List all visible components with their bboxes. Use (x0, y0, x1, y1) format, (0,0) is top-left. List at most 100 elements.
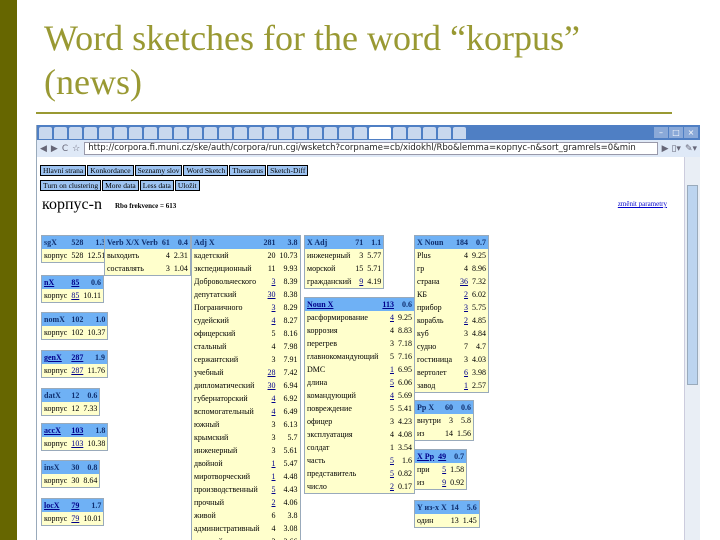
collocate-word: морской (307, 264, 336, 273)
collocate-count[interactable]: 5 (390, 469, 394, 478)
gramrel-count[interactable]: 85 (71, 278, 79, 287)
collocate-count[interactable]: 3 (272, 303, 276, 312)
vertical-scrollbar[interactable] (684, 157, 700, 540)
action-button[interactable]: Uložit (174, 180, 200, 191)
collocate-count[interactable]: 30 (268, 290, 276, 299)
browser-tab[interactable] (84, 126, 97, 139)
gramrel-name[interactable]: nX (44, 278, 54, 287)
browser-tab[interactable] (219, 126, 232, 139)
browser-tab[interactable] (174, 126, 187, 139)
collocate-count[interactable]: 4 (390, 391, 394, 400)
browser-tab[interactable] (249, 126, 262, 139)
collocate-count[interactable]: 1 (464, 381, 468, 390)
action-button[interactable]: Turn on clustering (40, 180, 102, 191)
action-button[interactable]: More data (102, 180, 139, 191)
address-bar[interactable]: http://corpora.fi.muni.cz/ske/auth/corpo… (84, 142, 658, 155)
collocate-count: 7 (464, 342, 469, 351)
collocate-count[interactable]: 5 (442, 465, 446, 474)
browser-tab[interactable] (99, 126, 112, 139)
gramrel-name[interactable]: accX (44, 426, 61, 435)
star-icon[interactable]: ☆ (72, 144, 80, 154)
nav-button[interactable]: Word Sketch (183, 165, 229, 176)
gramrel-count[interactable]: 79 (71, 501, 79, 510)
active-tab[interactable] (369, 126, 391, 139)
collocate-count[interactable]: 6 (464, 368, 468, 377)
collocate-count[interactable]: 3 (272, 277, 276, 286)
browser-tab[interactable] (159, 126, 172, 139)
browser-tab[interactable] (129, 126, 142, 139)
collocate-count[interactable]: 4 (272, 394, 276, 403)
nav-button[interactable]: Seznamy slov (134, 165, 183, 176)
collocate-count[interactable]: 5 (390, 378, 394, 387)
gramrel-name[interactable]: genX (44, 353, 62, 362)
collocate-count[interactable]: 1 (272, 459, 276, 468)
collocate-count[interactable]: 5 (272, 485, 276, 494)
gramrel-name[interactable]: X Pp (417, 452, 434, 461)
collocate-count[interactable]: 2 (464, 290, 468, 299)
change-parameters-link[interactable]: změnit parametry (618, 200, 667, 208)
collocate-count[interactable]: 9 (359, 277, 363, 286)
collocate-row: административный 4 3.08 (191, 522, 301, 535)
collocate-count[interactable]: 3 (464, 303, 468, 312)
collocate-count[interactable]: 30 (268, 381, 276, 390)
page-menu-icon[interactable]: ▶ ▯▾ (662, 144, 681, 154)
browser-tab[interactable] (423, 126, 436, 139)
collocate-count[interactable]: 28 (268, 368, 276, 377)
reload-icon[interactable]: C (62, 144, 68, 154)
gramrel-count[interactable]: 49 (438, 452, 446, 461)
back-icon[interactable]: ◀ (40, 144, 47, 154)
browser-tab[interactable] (339, 126, 352, 139)
gramrel-count[interactable]: 113 (382, 300, 394, 309)
browser-tab[interactable] (234, 126, 247, 139)
browser-tab[interactable] (189, 126, 202, 139)
collocate-count[interactable]: 4 (272, 316, 276, 325)
scrollbar-thumb[interactable] (687, 185, 698, 385)
gramrel-name[interactable]: locX (44, 501, 60, 510)
wrench-icon[interactable]: ✎▾ (685, 144, 697, 154)
nav-button[interactable]: Konkordance (87, 165, 134, 176)
browser-tab[interactable] (393, 126, 406, 139)
forward-icon[interactable]: ▶ (51, 144, 58, 154)
browser-tab[interactable] (453, 126, 466, 139)
collocate-count[interactable]: 9 (442, 478, 446, 487)
browser-tab[interactable] (264, 126, 277, 139)
nav-button[interactable]: Sketch-Diff (267, 165, 309, 176)
nav-button[interactable]: Hlavní strana (40, 165, 87, 176)
browser-tab[interactable] (54, 126, 67, 139)
collocate-count[interactable]: 4 (390, 313, 394, 322)
nav-button[interactable]: Thesaurus (229, 165, 267, 176)
action-button[interactable]: Less data (139, 180, 174, 191)
browser-tab[interactable] (204, 126, 217, 139)
gramrel-name[interactable]: Noun X (307, 300, 333, 309)
collocate-row: стальный 4 7.98 (191, 340, 301, 353)
browser-tab[interactable] (309, 126, 322, 139)
collocate-count[interactable]: 2 (464, 316, 468, 325)
maximize-icon[interactable]: □ (669, 127, 683, 138)
browser-tab[interactable] (144, 126, 157, 139)
collocate-count[interactable]: 1 (272, 472, 276, 481)
collocate-count[interactable]: 103 (71, 439, 83, 448)
browser-tab[interactable] (39, 126, 52, 139)
collocate-count[interactable]: 287 (71, 366, 83, 375)
collocate-count[interactable]: 79 (71, 514, 79, 523)
collocate-count[interactable]: 85 (71, 291, 79, 300)
gramrel-count[interactable]: 103 (71, 426, 83, 435)
browser-tab[interactable] (324, 126, 337, 139)
collocate-count[interactable]: 4 (272, 407, 276, 416)
browser-tab[interactable] (408, 126, 421, 139)
collocate-count[interactable]: 2 (272, 498, 276, 507)
collocate-count[interactable]: 36 (460, 277, 468, 286)
collocate-count[interactable]: 5 (390, 456, 394, 465)
collocate-count[interactable]: 1 (390, 365, 394, 374)
browser-tab[interactable] (438, 126, 451, 139)
browser-tab[interactable] (354, 126, 367, 139)
browser-tab[interactable] (294, 126, 307, 139)
gramrel-score: 0.7 (476, 238, 487, 247)
close-icon[interactable]: × (684, 127, 698, 138)
gramrel-count[interactable]: 287 (71, 353, 83, 362)
browser-tab[interactable] (114, 126, 127, 139)
browser-tab[interactable] (279, 126, 292, 139)
minimize-icon[interactable]: – (654, 127, 668, 138)
browser-tab[interactable] (69, 126, 82, 139)
collocate-count[interactable]: 2 (390, 482, 394, 491)
